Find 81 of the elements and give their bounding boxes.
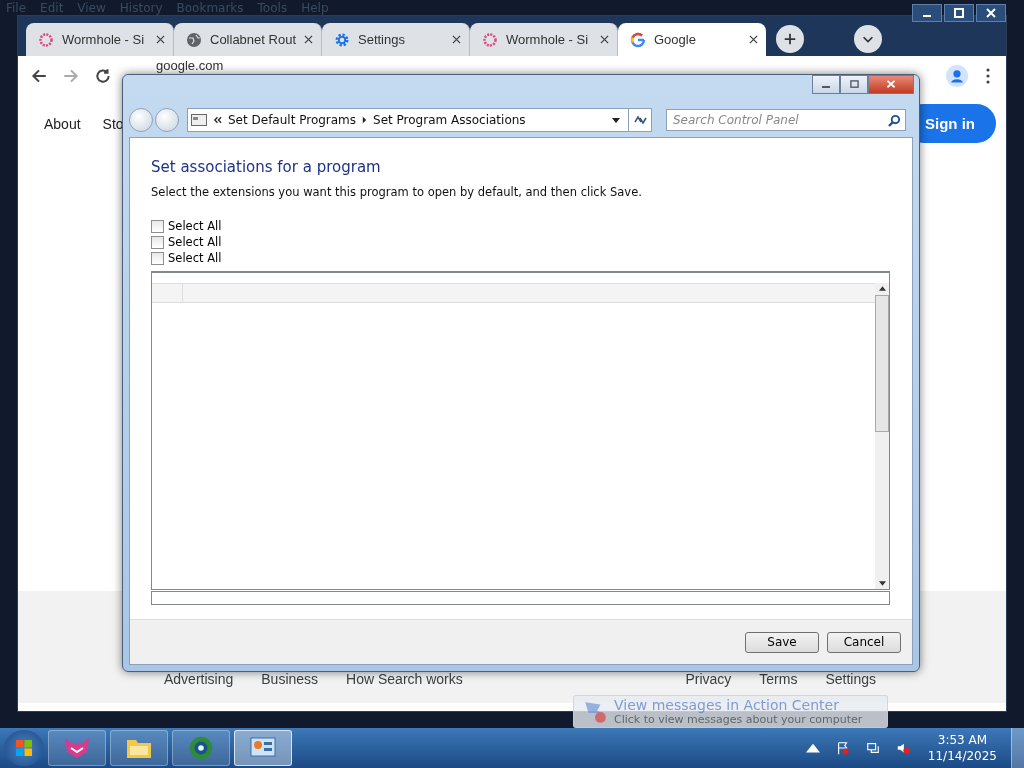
close-icon	[986, 8, 996, 18]
network-icon[interactable]	[865, 741, 880, 755]
footer-link[interactable]: Privacy	[685, 671, 732, 687]
close-icon[interactable]	[600, 35, 609, 44]
checkbox-label[interactable]: Select All	[168, 251, 222, 265]
maximize-button[interactable]	[840, 75, 868, 94]
clock[interactable]: 3:53 AM 11/14/2025	[927, 732, 997, 764]
dropdown-icon[interactable]	[612, 117, 620, 123]
notification-text: Click to view messages about your computer	[614, 713, 863, 726]
date-text: 11/14/2025	[927, 748, 997, 764]
tab-search-button[interactable]	[854, 25, 882, 53]
chevron-icon[interactable]	[213, 116, 222, 124]
maximize-icon	[954, 8, 964, 18]
browser-tab[interactable]: Collabnet Rout	[174, 23, 322, 56]
footer-link[interactable]: How Search works	[346, 671, 463, 687]
scroll-up-icon[interactable]	[878, 286, 886, 291]
checkbox-label[interactable]: Select All	[168, 219, 222, 233]
footer-link[interactable]: Business	[261, 671, 319, 687]
close-icon[interactable]	[156, 35, 165, 44]
taskbar-button[interactable]	[234, 730, 292, 766]
globe-icon	[188, 735, 214, 761]
dialog-button[interactable]: Save	[745, 631, 819, 653]
control-panel-icon	[191, 114, 207, 126]
address-field[interactable]: google.com	[156, 59, 224, 73]
time-text: 3:53 AM	[937, 732, 988, 748]
breadcrumb-item[interactable]: Set Program Associations	[373, 113, 526, 127]
browser-tab[interactable]: Google	[618, 23, 766, 56]
back-icon[interactable]	[30, 67, 48, 85]
checkbox[interactable]	[151, 219, 164, 233]
checkbox[interactable]	[151, 235, 164, 249]
browser-tab[interactable]: Wormhole - Si	[26, 23, 174, 56]
fox-icon	[63, 736, 91, 760]
profile-icon[interactable]	[946, 65, 968, 87]
speaker-icon[interactable]	[895, 741, 910, 755]
globe-icon	[186, 31, 202, 48]
checkbox[interactable]	[151, 251, 164, 265]
heading: Set associations for a program	[151, 158, 382, 176]
google-icon	[630, 31, 646, 48]
footer-link[interactable]: Settings	[825, 671, 876, 687]
minimize-icon	[822, 86, 830, 88]
checkbox-label[interactable]: Select All	[168, 235, 222, 249]
ring-icon	[38, 31, 54, 48]
browser-tab[interactable]: Wormhole - Si	[470, 23, 618, 56]
start-button[interactable]	[4, 730, 44, 766]
control-panel-icon	[249, 736, 277, 760]
instruction-text: Select the extensions you want this program to open by default, and then click Save.	[151, 185, 643, 199]
close-icon[interactable]	[304, 35, 313, 44]
search-icon	[888, 114, 901, 127]
minimize-button[interactable]	[912, 4, 942, 22]
scrollbar[interactable]	[875, 283, 889, 589]
taskbar-button[interactable]	[172, 730, 230, 766]
close-icon[interactable]	[452, 35, 461, 44]
show-hidden-icons[interactable]	[805, 741, 820, 755]
close-button[interactable]	[868, 75, 914, 94]
breadcrumb-item[interactable]: Set Default Programs	[228, 113, 357, 127]
taskbar-button[interactable]	[110, 730, 168, 766]
scroll-thumb[interactable]	[875, 295, 889, 432]
arrow-icon[interactable]	[362, 116, 368, 124]
search-field[interactable]: Search Control Panel	[666, 109, 906, 131]
settings-icon	[334, 31, 350, 48]
close-button[interactable]	[976, 4, 1006, 22]
minimize-icon	[923, 15, 931, 17]
close-icon[interactable]	[749, 35, 758, 44]
close-icon	[886, 80, 896, 89]
footer-link[interactable]: Advertising	[164, 671, 234, 687]
maximize-button[interactable]	[944, 4, 974, 22]
horizontal-scrollbar[interactable]	[151, 591, 890, 605]
footer-link[interactable]: Terms	[759, 671, 798, 687]
menu-icon[interactable]	[986, 68, 990, 84]
ring-icon	[482, 31, 498, 48]
scroll-down-icon[interactable]	[878, 581, 886, 586]
nav-link[interactable]: About	[44, 115, 81, 132]
minimize-button[interactable]	[812, 75, 840, 94]
dialog-button[interactable]: Cancel	[827, 631, 901, 653]
maximize-icon	[849, 80, 859, 89]
reload-icon[interactable]	[94, 67, 112, 85]
windows-logo-icon	[14, 738, 34, 758]
browser-tab[interactable]: Settings	[322, 23, 470, 56]
notification-title: View messages in Action Center	[614, 697, 840, 713]
new-tab-button[interactable]	[776, 25, 804, 53]
plus-icon	[783, 32, 797, 46]
